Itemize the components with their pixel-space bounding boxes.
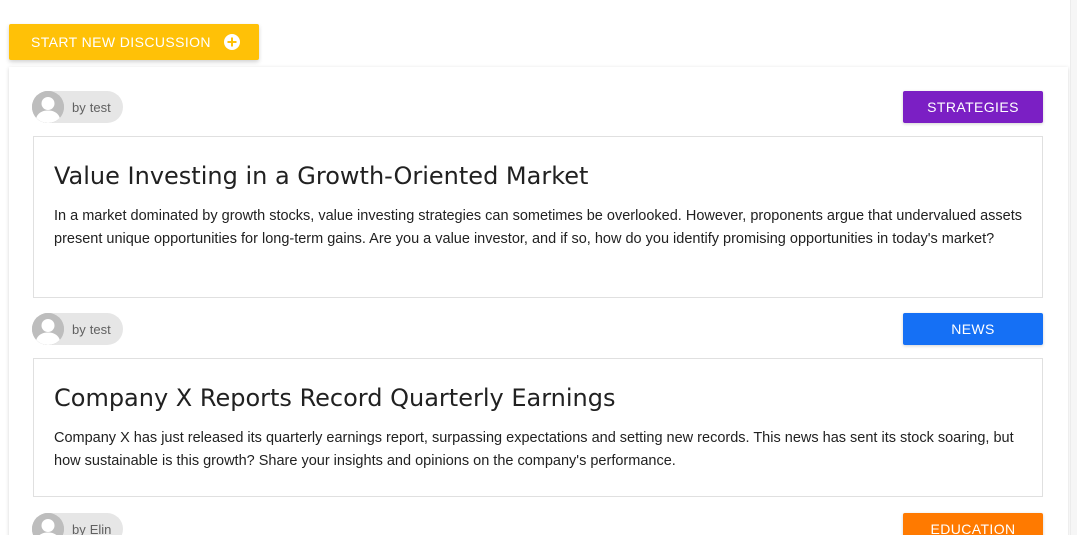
author-label: by Elin <box>72 522 111 535</box>
user-avatar-icon <box>32 513 64 535</box>
user-avatar-icon <box>32 91 64 123</box>
avatar <box>32 91 64 123</box>
author-label: by test <box>72 100 111 115</box>
avatar <box>32 513 64 535</box>
author-name: Elin <box>89 521 112 535</box>
discussion-body: In a market dominated by growth stocks, … <box>54 208 1023 247</box>
start-new-discussion-label: START NEW DISCUSSION <box>31 34 211 50</box>
author-prefix: by <box>72 321 86 337</box>
start-new-discussion-button[interactable]: START NEW DISCUSSION <box>9 24 259 60</box>
author-prefix: by <box>72 99 86 115</box>
avatar <box>32 313 64 345</box>
discussion-title: Value Investing in a Growth-Oriented Mar… <box>54 162 589 190</box>
author-prefix: by <box>72 521 86 535</box>
discussion-page: START NEW DISCUSSION by test STRATEGIES … <box>0 0 1077 535</box>
user-avatar-icon <box>32 313 64 345</box>
author-name: test <box>89 99 111 115</box>
author-chip[interactable]: by Elin <box>32 513 124 535</box>
author-label: by test <box>72 322 111 337</box>
plus-circle-icon <box>223 34 240 50</box>
discussion-title: Company X Reports Record Quarterly Earni… <box>54 384 616 412</box>
category-button-education[interactable]: EDUCATION <box>903 513 1043 535</box>
author-chip[interactable]: by test <box>32 313 123 345</box>
author-name: test <box>89 321 111 337</box>
discussion-list: by test STRATEGIES Value Investing in a G… <box>9 67 1068 535</box>
author-chip[interactable]: by test <box>32 91 123 123</box>
page-scrollbar[interactable] <box>1070 0 1077 535</box>
discussion-card[interactable]: Value Investing in a Growth-Oriented Mar… <box>33 136 1043 298</box>
discussion-card[interactable]: Company X Reports Record Quarterly Earni… <box>33 358 1043 497</box>
category-button-strategies[interactable]: STRATEGIES <box>903 91 1043 123</box>
category-button-news[interactable]: NEWS <box>903 313 1043 345</box>
discussion-body: Company X has just released its quarterl… <box>54 430 1014 469</box>
